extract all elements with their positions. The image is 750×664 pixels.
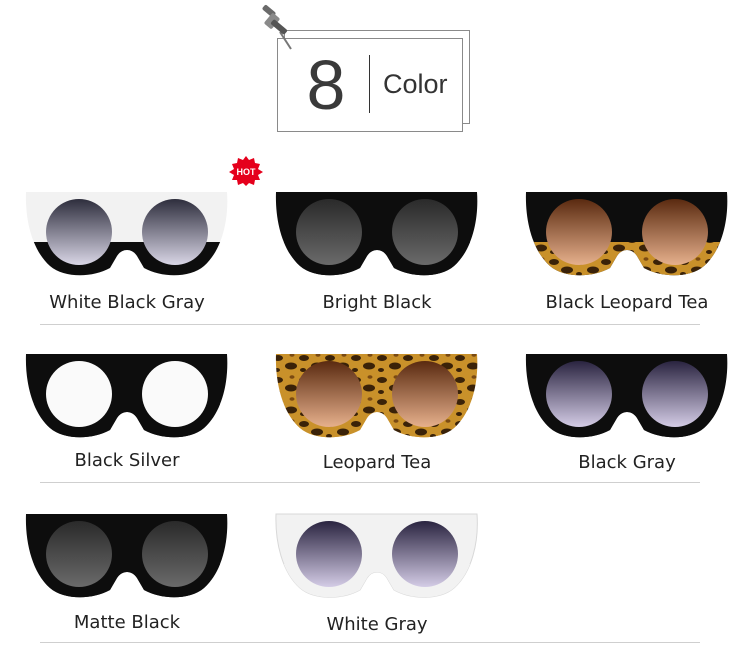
product-label: Matte Black: [73, 612, 181, 633]
product-label: Black Leopard Tea: [545, 292, 709, 313]
color-count: 8: [306, 46, 346, 124]
hot-badge-text: HOT: [237, 167, 257, 177]
product-card[interactable]: Black Silver: [22, 352, 232, 502]
product-label: Black Silver: [74, 450, 180, 471]
product-label: White Black Gray: [49, 292, 205, 313]
row-divider: [40, 324, 700, 325]
product-label: Black Gray: [578, 452, 676, 473]
header-divider: [369, 55, 370, 113]
row-divider: [40, 482, 700, 483]
product-card[interactable]: Matte Black: [22, 512, 232, 662]
product-card[interactable]: Black Leopard Tea: [522, 190, 732, 340]
product-label: Leopard Tea: [322, 452, 432, 473]
product-card[interactable]: Bright Black: [272, 190, 482, 340]
row-divider: [40, 642, 700, 643]
product-card[interactable]: Black Gray: [522, 352, 732, 502]
pushpin-icon: [262, 5, 292, 50]
hot-badge: HOT: [229, 156, 263, 186]
product-label: White Gray: [326, 614, 428, 635]
product-card[interactable]: Leopard Tea: [272, 352, 482, 502]
product-card[interactable]: White Gray: [272, 512, 482, 662]
product-card[interactable]: White Black Gray: [22, 190, 232, 340]
product-label: Bright Black: [322, 292, 432, 313]
header: 8 Color: [0, 0, 750, 140]
color-title: Color: [383, 69, 448, 99]
